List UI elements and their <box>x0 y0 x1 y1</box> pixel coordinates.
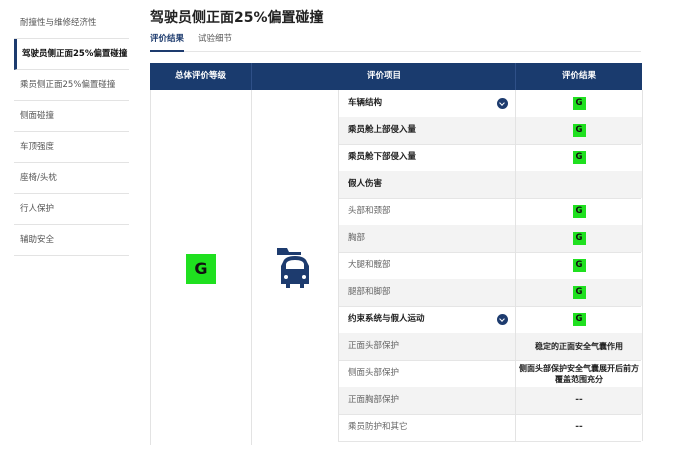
item-cell: 乘员防护和其它 <box>338 414 516 441</box>
table-row: 正面头部保护 稳定的正面安全气囊作用 <box>338 333 643 361</box>
result-cell: G <box>515 225 643 252</box>
item-label: 乘员舱上部侵入量 <box>348 125 417 135</box>
car-front-crash-icon <box>277 248 309 288</box>
item-cell: 正面头部保护 <box>338 333 516 360</box>
grade-badge: G <box>572 286 586 299</box>
result-cell: G <box>515 198 643 225</box>
table-row: 乘员防护和其它 -- <box>338 414 643 442</box>
sidebar-item-passenger-small-overlap[interactable]: 乘员侧正面25%偏置碰撞 <box>14 70 129 101</box>
overall-grade-badge: G <box>186 254 216 284</box>
item-cell: 正面胸部保护 <box>338 387 516 414</box>
table-row: 乘员舱上部侵入量 G <box>338 117 643 145</box>
result-cell: G <box>515 306 643 333</box>
grade-badge: G <box>572 232 586 245</box>
grade-badge: G <box>572 313 586 326</box>
grade-badge: G <box>572 259 586 272</box>
item-cell: 假人伤害 <box>338 171 516 198</box>
overall-column: G <box>150 90 252 445</box>
result-text: 稳定的正面安全气囊作用 <box>535 342 623 351</box>
result-text: 侧面头部保护安全气囊展开后前方覆盖范围充分 <box>519 364 639 384</box>
result-cell: G <box>515 117 643 144</box>
sidebar-item-roof-strength[interactable]: 车顶强度 <box>14 132 129 163</box>
item-cell: 乘员舱上部侵入量 <box>338 117 516 144</box>
result-cell: 侧面头部保护安全气囊展开后前方覆盖范围充分 <box>515 360 643 387</box>
sidebar-item-crashworthiness[interactable]: 耐撞性与维修经济性 <box>14 8 129 39</box>
result-text: -- <box>575 422 583 432</box>
item-label: 正面胸部保护 <box>348 395 400 405</box>
item-label: 腿部和脚部 <box>348 287 391 297</box>
result-cell: G <box>515 279 643 306</box>
table-row: 车辆结构 G <box>338 90 643 118</box>
table-row: 大腿和髋部 G <box>338 252 643 280</box>
result-cell: -- <box>515 414 643 441</box>
header-overall: 总体评价等级 <box>150 63 251 90</box>
item-cell: 乘员舱下部侵入量 <box>338 144 516 171</box>
item-cell: 胸部 <box>338 225 516 252</box>
grade-badge: G <box>572 124 586 137</box>
item-cell: 大腿和髋部 <box>338 252 516 279</box>
item-label: 大腿和髋部 <box>348 260 391 270</box>
header-item: 评价项目 <box>251 63 516 90</box>
results-table: 总体评价等级 评价项目 评价结果 G 车辆结构 G 乘员舱上部侵入量 G 乘员舱… <box>150 63 643 445</box>
result-cell: -- <box>515 387 643 414</box>
table-row: 胸部 G <box>338 225 643 253</box>
result-cell: 稳定的正面安全气囊作用 <box>515 333 643 360</box>
item-cell: 车辆结构 <box>338 90 516 117</box>
header-result: 评价结果 <box>515 63 642 90</box>
item-label: 车辆结构 <box>348 98 383 108</box>
table-row: 假人伤害 <box>338 171 643 199</box>
result-cell: G <box>515 144 643 171</box>
table-row: 约束系统与假人运动 G <box>338 306 643 334</box>
tab-test-details[interactable]: 试验细节 <box>198 33 232 50</box>
table-row: 头部和颈部 G <box>338 198 643 226</box>
item-cell: 腿部和脚部 <box>338 279 516 306</box>
item-label: 乘员防护和其它 <box>348 422 408 432</box>
chevron-down-icon[interactable] <box>497 98 508 109</box>
sidebar-item-driver-small-overlap[interactable]: 驾驶员侧正面25%偏置碰撞 <box>14 39 129 70</box>
item-label: 胸部 <box>348 233 366 243</box>
table-row: 腿部和脚部 G <box>338 279 643 307</box>
sidebar-item-assist-safety[interactable]: 辅助安全 <box>14 225 129 256</box>
chevron-down-icon[interactable] <box>497 314 508 325</box>
item-label: 假人伤害 <box>348 179 383 189</box>
item-label: 头部和颈部 <box>348 206 391 216</box>
item-cell: 头部和颈部 <box>338 198 516 225</box>
item-label: 约束系统与假人运动 <box>348 314 425 324</box>
page-title: 驾驶员侧正面25%偏置碰撞 <box>150 10 324 26</box>
sidebar-item-seat-headrest[interactable]: 座椅/头枕 <box>14 163 129 194</box>
sidebar-nav: 耐撞性与维修经济性 驾驶员侧正面25%偏置碰撞 乘员侧正面25%偏置碰撞 侧面碰… <box>14 8 129 256</box>
icon-column <box>251 90 338 445</box>
grade-badge: G <box>572 151 586 164</box>
result-cell: G <box>515 252 643 279</box>
item-label: 正面头部保护 <box>348 341 400 351</box>
table-row: 正面胸部保护 -- <box>338 387 643 415</box>
grade-badge: G <box>572 97 586 110</box>
table-row: 乘员舱下部侵入量 G <box>338 144 643 172</box>
item-label: 乘员舱下部侵入量 <box>348 152 417 162</box>
item-cell: 约束系统与假人运动 <box>338 306 516 333</box>
result-text: -- <box>575 395 583 405</box>
result-cell <box>515 171 643 198</box>
item-label: 侧面头部保护 <box>348 368 400 378</box>
tab-results[interactable]: 评价结果 <box>150 33 185 52</box>
sidebar-item-pedestrian[interactable]: 行人保护 <box>14 194 129 225</box>
tab-bar: 评价结果 试验细节 <box>150 33 641 52</box>
result-cell: G <box>515 90 643 117</box>
grade-badge: G <box>572 205 586 218</box>
sidebar-item-side-impact[interactable]: 侧面碰撞 <box>14 101 129 132</box>
table-row: 侧面头部保护 侧面头部保护安全气囊展开后前方覆盖范围充分 <box>338 360 643 388</box>
item-cell: 侧面头部保护 <box>338 360 516 387</box>
